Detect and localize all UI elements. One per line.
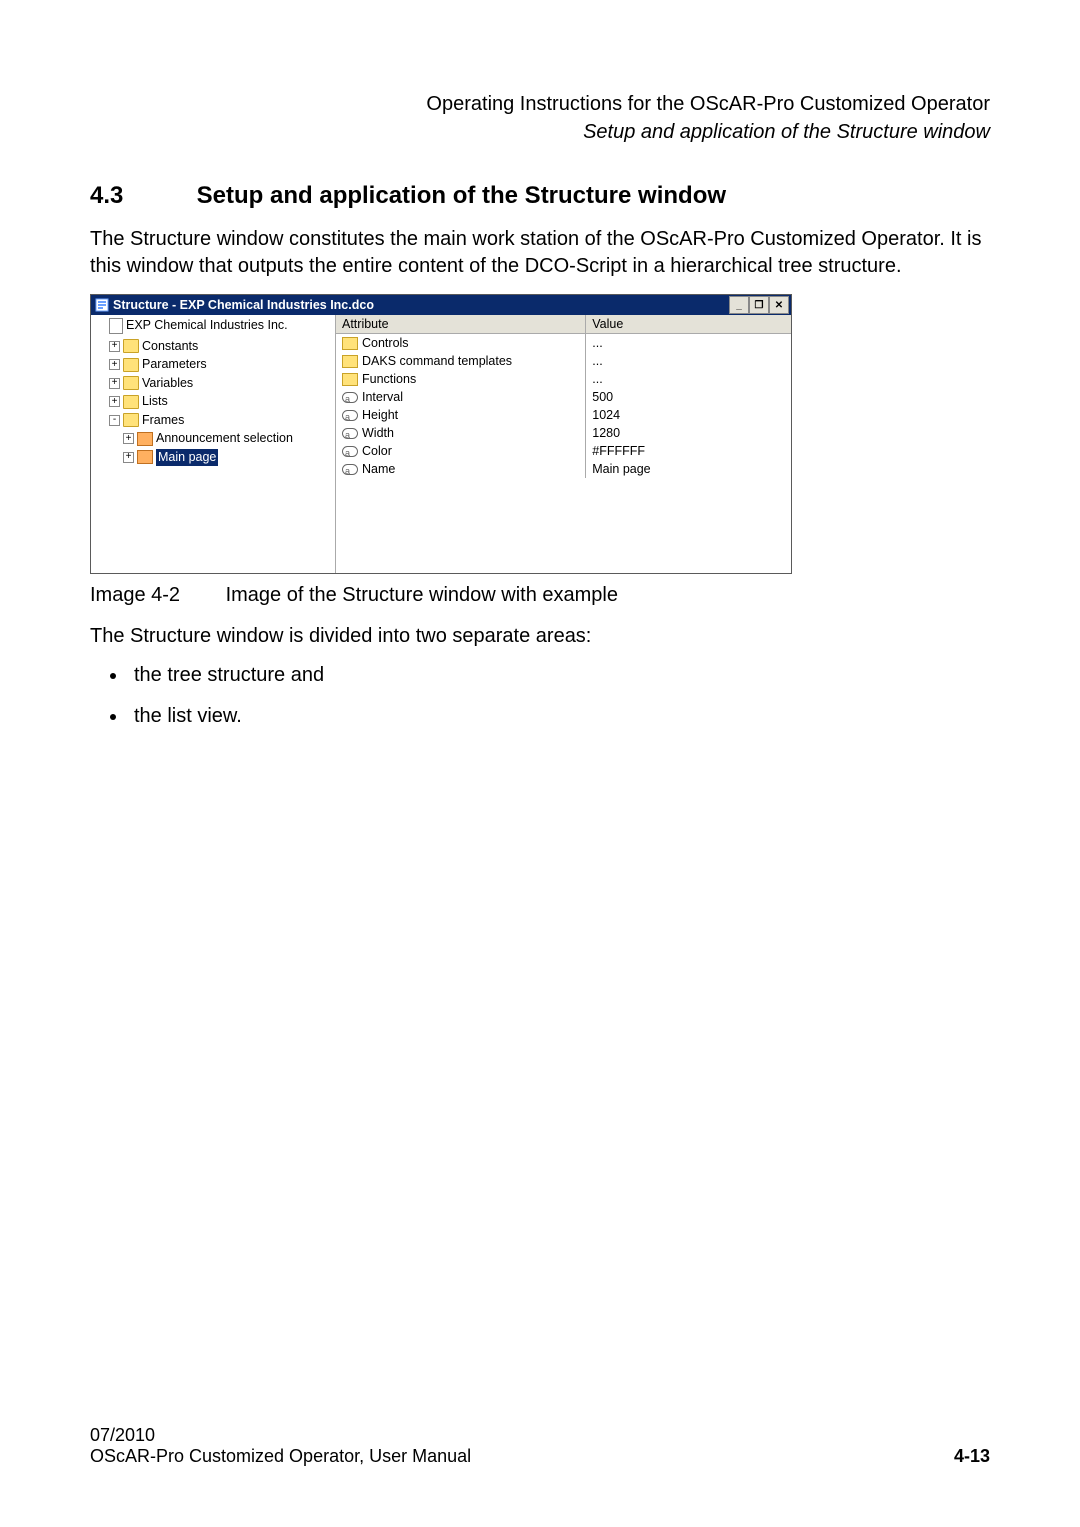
list-row[interactable]: Interval 500 [336, 388, 791, 406]
list-cell-attribute: Color [362, 444, 392, 458]
attribute-icon [342, 464, 358, 475]
attribute-icon [342, 446, 358, 457]
list-row[interactable]: Height 1024 [336, 406, 791, 424]
folder-icon [123, 339, 139, 353]
frame-icon [137, 432, 153, 446]
list-pane[interactable]: Attribute Value Controls...DAKS command … [336, 315, 791, 573]
section-title: 4.3 Setup and application of the Structu… [90, 182, 990, 210]
expander-icon[interactable]: - [109, 415, 120, 426]
attribute-icon [342, 410, 358, 421]
page: Operating Instructions for the OScAR-Pro… [0, 0, 1080, 1527]
list-cell-attribute: Width [362, 426, 394, 440]
list-cell-attribute: DAKS command templates [362, 354, 512, 368]
window-title: Structure - EXP Chemical Industries Inc.… [113, 298, 374, 312]
attribute-icon [342, 392, 358, 403]
maximize-button[interactable]: ❐ [749, 296, 769, 314]
list-row[interactable]: Functions... [336, 370, 791, 388]
list-cell-value: ... [586, 370, 791, 388]
expander-icon[interactable]: + [123, 433, 134, 444]
page-footer: 07/2010 OScAR-Pro Customized Operator, U… [90, 1425, 990, 1467]
footer-page-number: 4-13 [954, 1446, 990, 1467]
list-cell-value: ... [586, 334, 791, 352]
list-row[interactable]: Width 1280 [336, 424, 791, 442]
folder-icon [123, 395, 139, 409]
folder-icon [123, 358, 139, 372]
list-row[interactable]: Name Main page [336, 460, 791, 478]
bullet-list: the tree structure and the list view. [90, 664, 990, 728]
list-cell-value: 1280 [586, 424, 791, 442]
tree-item-frames[interactable]: - Frames [109, 412, 184, 429]
caption-text: Image of the Structure window with examp… [226, 584, 618, 606]
after-caption-text: The Structure window is divided into two… [90, 623, 990, 650]
page-header: Operating Instructions for the OScAR-Pro… [90, 90, 990, 146]
section-heading: Setup and application of the Structure w… [197, 182, 726, 209]
document-icon [109, 318, 123, 334]
folder-icon [123, 413, 139, 427]
list-cell-attribute: Interval [362, 390, 403, 404]
tree-item-parameters[interactable]: + Parameters [109, 356, 207, 373]
list-cell-value: 500 [586, 388, 791, 406]
list-cell-value: Main page [586, 460, 791, 478]
column-value[interactable]: Value [586, 315, 791, 333]
attribute-icon [342, 428, 358, 439]
header-line1: Operating Instructions for the OScAR-Pro… [90, 90, 990, 118]
folder-icon [123, 376, 139, 390]
close-button[interactable]: ✕ [769, 296, 789, 314]
folder-icon [342, 355, 358, 368]
section-number: 4.3 [90, 182, 190, 210]
list-cell-attribute: Functions [362, 372, 416, 386]
list-cell-attribute: Height [362, 408, 398, 422]
list-row[interactable]: Controls... [336, 334, 791, 352]
list-cell-value: #FFFFFF [586, 442, 791, 460]
list-header[interactable]: Attribute Value [336, 315, 791, 334]
list-rows: Controls...DAKS command templates...Func… [336, 334, 791, 478]
tree-root[interactable]: EXP Chemical Industries Inc. [95, 317, 288, 334]
tree-item-variables[interactable]: + Variables [109, 375, 193, 392]
column-attribute[interactable]: Attribute [336, 315, 586, 333]
expander-icon[interactable]: + [109, 359, 120, 370]
expander-icon[interactable]: + [109, 378, 120, 389]
caption-label: Image 4-2 [90, 584, 220, 607]
list-cell-value: 1024 [586, 406, 791, 424]
list-row[interactable]: Color #FFFFFF [336, 442, 791, 460]
tree-pane[interactable]: EXP Chemical Industries Inc. + Constants… [91, 315, 336, 573]
bullet-item: the list view. [128, 705, 990, 728]
footer-date: 07/2010 [90, 1425, 471, 1446]
window-control-buttons: _ ❐ ✕ [729, 296, 789, 314]
expander-icon[interactable]: + [109, 341, 120, 352]
intro-paragraph: The Structure window constitutes the mai… [90, 226, 990, 280]
tree-item-main-page[interactable]: + Main page [123, 449, 218, 466]
list-cell-attribute: Name [362, 462, 395, 476]
frame-icon [137, 450, 153, 464]
expander-icon[interactable]: + [109, 396, 120, 407]
tree-root-label: EXP Chemical Industries Inc. [126, 317, 288, 334]
figure-caption: Image 4-2 Image of the Structure window … [90, 584, 990, 607]
structure-window: Structure - EXP Chemical Industries Inc.… [90, 294, 792, 574]
tree-item-constants[interactable]: + Constants [109, 338, 198, 355]
tree-item-announcement-selection[interactable]: + Announcement selection [123, 430, 293, 447]
app-icon [95, 298, 109, 312]
footer-doc: OScAR-Pro Customized Operator, User Manu… [90, 1446, 471, 1467]
folder-icon [342, 373, 358, 386]
window-body: EXP Chemical Industries Inc. + Constants… [91, 315, 791, 573]
folder-icon [342, 337, 358, 350]
list-cell-value: ... [586, 352, 791, 370]
window-titlebar: Structure - EXP Chemical Industries Inc.… [91, 295, 791, 315]
header-line2: Setup and application of the Structure w… [90, 118, 990, 146]
expander-icon[interactable]: + [123, 452, 134, 463]
minimize-button[interactable]: _ [729, 296, 749, 314]
list-cell-attribute: Controls [362, 336, 409, 350]
tree-item-lists[interactable]: + Lists [109, 393, 168, 410]
bullet-item: the tree structure and [128, 664, 990, 687]
list-row[interactable]: DAKS command templates... [336, 352, 791, 370]
